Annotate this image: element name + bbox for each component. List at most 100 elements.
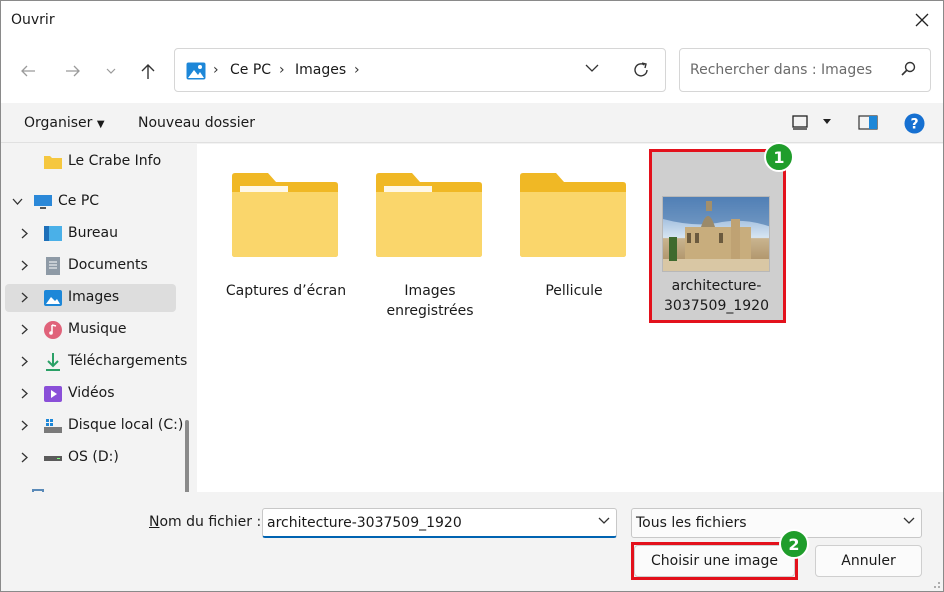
sidebar-item-label: Documents — [68, 257, 148, 273]
computer-icon — [34, 195, 52, 209]
breadcrumb-separator: › — [213, 62, 219, 78]
sidebar-item-le-crabe-info[interactable]: Le Crabe Info — [5, 148, 176, 176]
filename-label-accesskey: N — [149, 514, 160, 530]
chevron-right-icon[interactable] — [21, 324, 28, 335]
sidebar-item-label: OS (D:) — [68, 449, 119, 465]
file-list: Captures d’écran Images enregistrées Pel… — [197, 142, 943, 492]
organize-button[interactable]: Organiser ▼ — [24, 115, 105, 131]
arrow-right-icon — [66, 65, 80, 77]
open-file-dialog: Ouvrir › Ce PC › Images › Rechercher dan… — [0, 0, 944, 592]
desktop-icon — [44, 226, 62, 241]
new-folder-button[interactable]: Nouveau dossier — [138, 115, 255, 131]
sidebar-item-label: Bureau — [68, 225, 118, 241]
sidebar-item-label: Le Crabe Info — [68, 153, 162, 169]
help-icon[interactable]: ? — [904, 113, 925, 134]
sidebar-item-label: Disque local (C:) — [68, 417, 184, 433]
sidebar-item-ce-pc[interactable]: Ce PC — [5, 188, 176, 216]
chevron-down-icon[interactable] — [598, 517, 610, 525]
close-icon — [915, 13, 929, 27]
sidebar-item-musique[interactable]: Musique — [5, 316, 176, 344]
svg-text:?: ? — [910, 117, 918, 133]
command-bar: Organiser ▼ Nouveau dossier ? — [1, 103, 943, 143]
pictures-icon — [44, 290, 62, 306]
filename-label: Nom du fichier : — [149, 514, 261, 530]
view-mode-icon[interactable] — [792, 115, 808, 130]
sidebar-item-os-d[interactable]: OS (D:) — [5, 444, 176, 472]
recent-locations-button[interactable] — [97, 57, 125, 85]
back-button[interactable] — [14, 57, 42, 85]
sidebar-item-label: Images — [68, 289, 120, 305]
drive-icon — [44, 456, 62, 461]
sidebar-item-telechargements[interactable]: Téléchargements — [5, 348, 187, 376]
music-icon — [44, 321, 62, 339]
chevron-right-icon[interactable] — [21, 292, 28, 303]
close-button[interactable] — [907, 5, 937, 35]
folder-icon — [520, 173, 626, 257]
chevron-right-icon[interactable] — [21, 388, 28, 399]
folder-item[interactable]: Captures d’écran — [218, 150, 354, 322]
folder-icon — [44, 156, 62, 169]
item-name: Pellicule — [545, 283, 603, 299]
arrow-up-icon — [141, 63, 155, 79]
filename-input[interactable]: architecture-3037509_1920 — [262, 508, 617, 538]
sidebar-scrollbar[interactable] — [185, 420, 189, 492]
file-type-filter[interactable]: Tous les fichiers — [631, 508, 922, 538]
breadcrumb-separator: › — [279, 62, 285, 78]
step-badge-1: 1 — [764, 142, 794, 172]
sidebar-item-bureau[interactable]: Bureau — [5, 220, 176, 248]
breadcrumb-images[interactable]: Images — [295, 62, 346, 78]
chevron-down-icon[interactable] — [585, 61, 599, 75]
videos-icon — [44, 386, 62, 402]
sidebar-item-disque-local-c[interactable]: Disque local (C:) — [5, 412, 183, 440]
dialog-footer: Nom du fichier : architecture-3037509_19… — [1, 492, 943, 591]
folder-icon — [232, 173, 338, 257]
breadcrumb-separator[interactable]: › — [354, 62, 360, 78]
arrow-left-icon — [21, 65, 35, 77]
folder-item[interactable]: Images enregistrées — [362, 150, 498, 322]
sidebar-item-label: Musique — [68, 321, 127, 337]
sidebar-item-documents[interactable]: Documents — [5, 252, 176, 280]
download-icon — [46, 353, 60, 371]
filename-value: architecture-3037509_1920 — [267, 515, 462, 531]
address-bar[interactable]: › Ce PC › Images › — [174, 48, 666, 92]
preview-pane-icon[interactable] — [858, 115, 878, 130]
sidebar-item-label: Téléchargements — [68, 353, 188, 369]
chevron-right-icon[interactable] — [21, 452, 28, 463]
chevron-right-icon[interactable] — [21, 260, 28, 271]
sidebar-item-label: Vidéos — [68, 385, 115, 401]
refresh-icon[interactable] — [631, 60, 651, 80]
cancel-button[interactable]: Annuler — [815, 545, 922, 577]
caret-down-icon[interactable] — [822, 118, 832, 126]
chevron-down-icon — [106, 68, 116, 74]
chevron-right-icon[interactable] — [21, 228, 28, 239]
organize-label: Organiser — [24, 115, 93, 131]
chevron-right-icon[interactable] — [21, 356, 28, 367]
pictures-icon — [186, 62, 206, 80]
item-name: Captures d’écran — [225, 283, 347, 299]
search-icon — [901, 61, 916, 76]
dialog-title: Ouvrir — [11, 12, 55, 28]
caret-down-icon: ▼ — [96, 119, 105, 130]
local-disk-icon — [44, 419, 62, 433]
sidebar-item-videos[interactable]: Vidéos — [5, 380, 176, 408]
breadcrumb-ce-pc[interactable]: Ce PC — [230, 62, 271, 78]
documents-icon — [46, 257, 60, 275]
highlight-box — [649, 149, 786, 323]
sidebar-item-images[interactable]: Images — [5, 284, 176, 312]
forward-button[interactable] — [59, 57, 87, 85]
up-button[interactable] — [134, 57, 162, 85]
search-box[interactable]: Rechercher dans : Images — [679, 48, 931, 92]
resize-grip-icon[interactable] — [931, 579, 941, 589]
navigation-bar: › Ce PC › Images › Rechercher dans : Ima… — [1, 39, 943, 103]
title-bar: Ouvrir — [1, 1, 943, 39]
folder-item[interactable]: Pellicule — [506, 150, 642, 322]
step-badge-2: 2 — [779, 529, 809, 559]
folder-icon — [376, 173, 482, 257]
search-placeholder: Rechercher dans : Images — [690, 62, 873, 78]
item-name: Images enregistrées — [386, 283, 474, 319]
sidebar-item-label: Ce PC — [58, 193, 100, 209]
chevron-right-icon[interactable] — [21, 420, 28, 431]
chevron-down-icon — [903, 517, 915, 524]
file-type-value: Tous les fichiers — [636, 515, 747, 531]
chevron-down-icon[interactable] — [12, 198, 23, 205]
